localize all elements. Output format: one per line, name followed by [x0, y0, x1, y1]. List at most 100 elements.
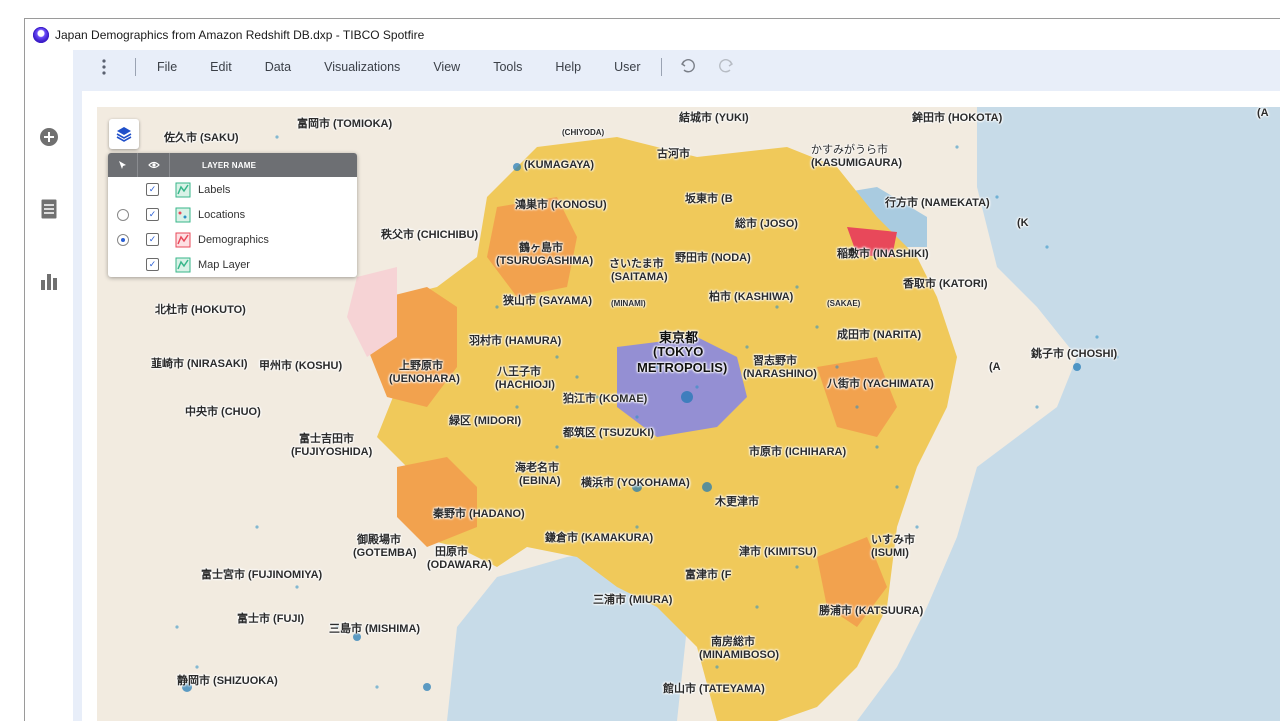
map-label: (SAITAMA) — [611, 271, 668, 283]
map-label: (HACHIOJI) — [495, 379, 555, 391]
visibility-checkbox[interactable]: ✓ — [146, 208, 159, 221]
menu-help[interactable]: Help — [538, 50, 597, 84]
menu-separator — [135, 58, 136, 76]
layer-name: Demographics — [198, 233, 269, 246]
visibility-column-icon — [138, 153, 170, 177]
map-label: 三浦市 (MIURA) — [593, 594, 673, 606]
map-label: 富士吉田市 — [299, 433, 354, 445]
menu-data[interactable]: Data — [248, 50, 307, 84]
layer-name: Locations — [198, 208, 246, 221]
map-label: 市原市 (ICHIHARA) — [749, 446, 847, 458]
layers-icon — [116, 127, 132, 142]
map-label: 南房総市 — [711, 636, 755, 648]
title-bar: Japan Demographics from Amazon Redshift … — [25, 19, 1280, 50]
map-chart[interactable]: 佐久市 (SAKU) 富岡市 (TOMIOKA) (CHIYODA) 結城市 (… — [97, 107, 1280, 721]
map-label: 八街市 (YACHIMATA) — [827, 378, 934, 390]
map-label: 海老名市 — [515, 462, 559, 474]
visibility-checkbox[interactable]: ✓ — [146, 233, 159, 246]
menu-separator — [660, 58, 662, 76]
bar-chart-icon[interactable] — [37, 269, 61, 293]
map-label: さいたま市 — [609, 258, 664, 270]
map-label: 鶴ヶ島市 — [519, 242, 563, 254]
layer-panel: LAYER NAME ✓ Labels ✓ Locations ✓ Demogr… — [108, 153, 357, 277]
map-label: 中央市 (CHUO) — [185, 406, 261, 418]
layer-select-radio[interactable] — [116, 233, 129, 246]
menu-file[interactable]: File — [140, 50, 193, 84]
map-label: 韮崎市 (NIRASAKI) — [151, 358, 248, 370]
map-label: 木更津市 — [715, 496, 759, 508]
visualization-area: 佐久市 (SAKU) 富岡市 (TOMIOKA) (CHIYODA) 結城市 (… — [73, 84, 1280, 721]
map-label: 富岡市 (TOMIOKA) — [297, 118, 393, 130]
map-label: 稲敷市 (INASHIKI) — [837, 248, 929, 260]
map-label: (K — [1017, 217, 1029, 229]
map-layer-icon — [175, 207, 191, 222]
spotfire-logo-icon — [33, 26, 49, 43]
undo-icon[interactable] — [680, 58, 696, 77]
layer-select-radio[interactable] — [116, 208, 129, 221]
menu-user[interactable]: User — [597, 50, 656, 84]
map-label: (A — [1257, 107, 1269, 119]
map-label: 行方市 (NAMEKATA) — [885, 197, 990, 209]
data-table-icon[interactable] — [37, 197, 61, 221]
map-label: 富士市 (FUJI) — [237, 613, 305, 625]
menu-view[interactable]: View — [416, 50, 476, 84]
map-layer-icon — [175, 257, 191, 272]
menu-edit[interactable]: Edit — [193, 50, 248, 84]
map-label: 上野原市 — [399, 360, 443, 372]
visibility-checkbox[interactable]: ✓ — [146, 183, 159, 196]
left-sidebar — [25, 50, 73, 721]
map-label: (TSURUGASHIMA) — [496, 255, 594, 267]
more-options-icon[interactable] — [91, 59, 117, 75]
window-title: Japan Demographics from Amazon Redshift … — [55, 27, 425, 42]
visibility-checkbox[interactable]: ✓ — [146, 258, 159, 271]
layer-name: Map Layer — [198, 258, 250, 271]
map-label: METROPOLIS) — [637, 360, 728, 375]
map-label: 習志野市 — [753, 355, 797, 367]
layer-row-demographics: ✓ Demographics — [108, 227, 357, 252]
map-label: 野田市 (NODA) — [675, 252, 751, 264]
map-label: (TOKYO — [653, 344, 704, 359]
map-label: 成田市 (NARITA) — [837, 329, 922, 341]
map-label: (NARASHINO) — [743, 368, 817, 380]
menu-bar: File Edit Data Visualizations View Tools… — [73, 50, 1280, 84]
map-label: 北杜市 (HOKUTO) — [155, 304, 246, 316]
map-label: 甲州市 (KOSHU) — [259, 360, 343, 372]
map-label: 坂東市 (B — [685, 193, 733, 205]
map-label: 富津市 (F — [685, 569, 732, 581]
map-label: (A — [989, 361, 1001, 373]
layer-row-locations: ✓ Locations — [108, 202, 357, 227]
map-label: 鴻巣市 (KONOSU) — [515, 199, 607, 211]
layer-name: Labels — [198, 183, 231, 196]
app-window: Japan Demographics from Amazon Redshift … — [24, 18, 1280, 721]
map-label: (ODAWARA) — [427, 559, 492, 571]
select-column-icon — [108, 153, 138, 177]
map-label: (GOTEMBA) — [353, 547, 417, 559]
map-label: 狛江市 (KOMAE) — [563, 393, 648, 405]
redo-icon[interactable] — [718, 58, 734, 77]
map-label: (KASUMIGAURA) — [811, 157, 903, 169]
map-label: (FUJIYOSHIDA) — [291, 446, 373, 458]
map-label: (KUMAGAYA) — [524, 159, 595, 171]
layer-panel-header: LAYER NAME — [108, 153, 357, 177]
map-label: 総市 (JOSO) — [735, 218, 798, 230]
layers-button[interactable] — [109, 119, 139, 149]
map-label: 古河市 — [657, 148, 690, 160]
menu-visualizations[interactable]: Visualizations — [307, 50, 416, 84]
layer-row-labels: ✓ Labels — [108, 177, 357, 202]
map-label: 館山市 (TATEYAMA) — [663, 683, 765, 695]
layer-name-header: LAYER NAME — [202, 160, 257, 170]
map-layer-icon — [175, 182, 191, 197]
map-label: 御殿場市 — [357, 534, 401, 546]
map-label: 八王子市 — [497, 366, 541, 378]
map-label: 静岡市 (SHIZUOKA) — [177, 675, 278, 687]
map-label: 富士宮市 (FUJINOMIYA) — [201, 569, 323, 581]
map-label: 銚子市 (CHOSHI) — [1031, 348, 1118, 360]
map-label: 勝浦市 (KATSUURA) — [819, 605, 924, 617]
map-label: 鉾田市 (HOKOTA) — [912, 112, 1003, 124]
add-icon[interactable] — [37, 125, 61, 149]
map-label: (EBINA) — [519, 475, 561, 487]
map-label: 田原市 — [435, 546, 468, 558]
map-label: 結城市 (YUKI) — [679, 112, 749, 124]
menu-tools[interactable]: Tools — [476, 50, 538, 84]
map-label: 羽村市 (HAMURA) — [469, 335, 562, 347]
